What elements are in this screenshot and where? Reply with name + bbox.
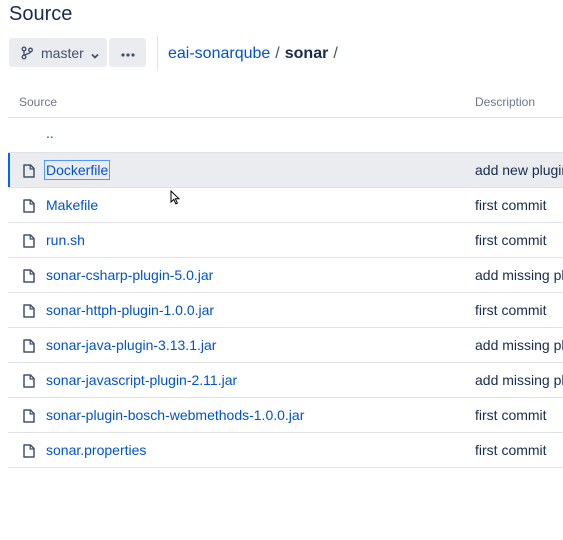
file-icon bbox=[23, 304, 35, 318]
table-row[interactable]: sonar-httph-plugin-1.0.0.jar first commit bbox=[8, 293, 563, 328]
table-row[interactable]: sonar-java-plugin-3.13.1.jar add missing … bbox=[8, 328, 563, 363]
file-name-link[interactable]: sonar.properties bbox=[46, 442, 146, 458]
file-icon bbox=[23, 444, 35, 458]
table-row[interactable]: sonar-plugin-bosch-webmethods-1.0.0.jar f… bbox=[8, 398, 563, 433]
more-actions-button[interactable] bbox=[109, 38, 146, 67]
commit-description: first commit bbox=[475, 197, 547, 213]
file-name-link[interactable]: sonar-java-plugin-3.13.1.jar bbox=[46, 337, 216, 353]
toolbar-divider bbox=[157, 36, 158, 71]
table-header: Source Description bbox=[8, 87, 563, 118]
commit-description: add missing pl bbox=[475, 337, 563, 353]
file-name-link[interactable]: Dockerfile bbox=[43, 160, 111, 180]
column-header-source: Source bbox=[19, 95, 58, 109]
branch-label: master bbox=[41, 44, 84, 61]
commit-description: first commit bbox=[475, 302, 547, 318]
branch-icon bbox=[20, 46, 34, 60]
file-icon bbox=[23, 409, 35, 423]
file-icon bbox=[23, 269, 35, 283]
file-icon bbox=[23, 374, 35, 388]
more-icon bbox=[120, 44, 135, 62]
file-name-link[interactable]: sonar-httph-plugin-1.0.0.jar bbox=[46, 302, 214, 318]
file-table: Source Description .. Dockerfile add new … bbox=[8, 87, 563, 468]
file-name-link[interactable]: sonar-javascript-plugin-2.11.jar bbox=[46, 372, 237, 388]
file-icon bbox=[23, 164, 35, 178]
parent-directory-link[interactable]: .. bbox=[46, 125, 54, 141]
breadcrumb-trailing-separator: / bbox=[333, 45, 338, 62]
breadcrumb-current: sonar bbox=[284, 45, 329, 62]
commit-description: add missing pl bbox=[475, 372, 563, 388]
breadcrumb-repo-link[interactable]: eai-sonarqube bbox=[168, 45, 270, 62]
file-icon bbox=[23, 234, 35, 248]
file-name-link[interactable]: sonar-csharp-plugin-5.0.jar bbox=[46, 267, 213, 283]
table-row[interactable]: run.sh first commit bbox=[8, 223, 563, 258]
chevron-down-icon bbox=[90, 48, 100, 59]
commit-description: add missing pl bbox=[475, 267, 563, 283]
commit-description: add new plugin bbox=[475, 162, 563, 178]
file-icon bbox=[23, 199, 35, 213]
column-header-description: Description bbox=[475, 95, 536, 109]
file-name-link[interactable]: run.sh bbox=[46, 232, 85, 248]
commit-description: first commit bbox=[475, 232, 547, 248]
breadcrumb: eai-sonarqube / sonar / bbox=[168, 44, 343, 64]
commit-description: first commit bbox=[475, 442, 547, 458]
parent-directory-row[interactable]: .. bbox=[8, 118, 563, 153]
table-row[interactable]: Makefile first commit bbox=[8, 188, 563, 223]
table-row[interactable]: Dockerfile add new plugin bbox=[8, 153, 563, 188]
file-icon bbox=[23, 339, 35, 353]
branch-selector-button[interactable]: master bbox=[9, 38, 107, 67]
breadcrumb-separator: / bbox=[275, 45, 280, 62]
table-row[interactable]: sonar-javascript-plugin-2.11.jar add miss… bbox=[8, 363, 563, 398]
table-row[interactable]: sonar-csharp-plugin-5.0.jar add missing p… bbox=[8, 258, 563, 293]
page-title: Source bbox=[9, 3, 73, 25]
table-row[interactable]: sonar.properties first commit bbox=[8, 433, 563, 468]
file-name-link[interactable]: sonar-plugin-bosch-webmethods-1.0.0.jar bbox=[46, 407, 304, 423]
commit-description: first commit bbox=[475, 407, 547, 423]
file-name-link[interactable]: Makefile bbox=[46, 197, 98, 213]
